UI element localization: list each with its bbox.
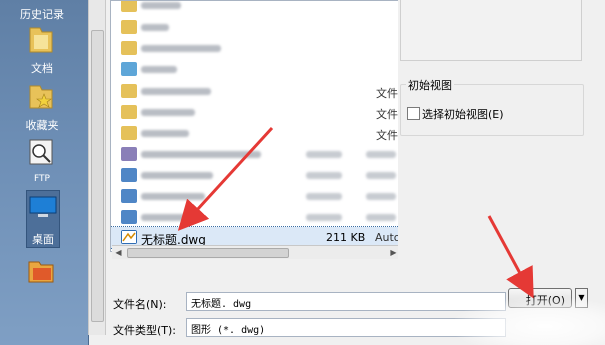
preview-box xyxy=(400,0,582,61)
folder-icon xyxy=(121,1,137,12)
folder-icon xyxy=(121,41,137,55)
list-item[interactable] xyxy=(111,165,401,186)
sidebar-item-documents[interactable]: 文档 xyxy=(0,22,88,78)
list-item[interactable]: 文件 xyxy=(111,81,401,102)
blurred-filename xyxy=(141,88,211,95)
folder-icon xyxy=(121,62,137,76)
blurred-filename xyxy=(141,24,169,31)
blurred-filename xyxy=(141,214,197,221)
sidebar-item-desktop[interactable]: 桌面 xyxy=(26,190,60,248)
selected-file-size: 211 KB xyxy=(326,231,366,244)
initial-view-title: 初始视图 xyxy=(406,77,454,93)
blurred-size xyxy=(306,172,342,179)
blurred-filename xyxy=(141,2,181,9)
selected-file-type: Auto xyxy=(375,231,401,244)
horizontal-scrollbar-thumb[interactable] xyxy=(127,248,289,258)
sidebar-scrollbar[interactable] xyxy=(88,0,106,335)
list-item[interactable]: 文件 xyxy=(111,102,401,123)
folder-icon xyxy=(121,126,137,140)
filename-label: 文件名(N): xyxy=(113,298,167,311)
blurred-type xyxy=(366,172,396,179)
blurred-filename xyxy=(141,193,205,200)
sidebar-item-ftp[interactable]: FTP xyxy=(0,134,88,188)
file-icon xyxy=(121,147,137,161)
list-item[interactable] xyxy=(111,144,401,165)
file-icon xyxy=(121,210,137,224)
blurred-type xyxy=(366,151,396,158)
folder-icon xyxy=(121,105,137,119)
horizontal-scrollbar[interactable]: ◀ ▶ xyxy=(112,245,400,259)
sidebar-item-history[interactable]: 历史记录 xyxy=(0,4,88,24)
documents-folder-icon xyxy=(29,27,53,53)
file-icon xyxy=(121,168,137,182)
blurred-size xyxy=(306,193,342,200)
scroll-left-icon[interactable]: ◀ xyxy=(112,246,125,259)
select-initial-view-checkbox[interactable] xyxy=(407,107,420,120)
blurred-type xyxy=(366,214,396,221)
glow-overlay xyxy=(455,298,605,345)
list-item[interactable] xyxy=(111,17,401,38)
file-type: 文件 xyxy=(376,87,398,100)
folder-icon xyxy=(121,84,137,98)
blurred-filename xyxy=(141,151,261,158)
ftp-icon xyxy=(29,139,53,165)
list-item[interactable] xyxy=(111,59,401,80)
blurred-filename xyxy=(141,66,177,73)
sidebar-item-buzzsaw[interactable] xyxy=(0,254,88,300)
list-item[interactable] xyxy=(111,1,401,16)
filetype-label: 文件类型(T): xyxy=(113,324,177,337)
sidebar-item-label: 桌面 xyxy=(32,233,54,246)
buzzsaw-folder-icon xyxy=(28,261,54,283)
sidebar-item-label: 历史记录 xyxy=(20,8,64,21)
select-initial-view-label[interactable]: 选择初始视图(E) xyxy=(422,106,504,122)
list-item[interactable]: 文件 xyxy=(111,123,401,144)
file-icon xyxy=(121,189,137,203)
sidebar-item-label: 文档 xyxy=(31,62,53,75)
folder-icon xyxy=(121,20,137,34)
favorites-folder-icon xyxy=(29,85,53,109)
blurred-filename xyxy=(141,130,189,137)
blurred-filename xyxy=(141,45,221,52)
places-sidebar: 历史记录 文档 收藏夹 FTP 桌面 xyxy=(0,0,89,345)
file-type: 文件 xyxy=(376,129,398,142)
blurred-size xyxy=(306,214,342,221)
list-item[interactable] xyxy=(111,186,401,207)
sidebar-item-favorites[interactable]: 收藏夹 xyxy=(0,80,88,134)
list-item[interactable] xyxy=(111,38,401,59)
file-list: 文件 文件 文件 无标题.dwg 211 KB Auto xyxy=(110,0,402,252)
file-type: 文件 xyxy=(376,108,398,121)
blurred-filename xyxy=(141,109,195,116)
dwg-file-icon xyxy=(121,230,137,244)
list-item[interactable] xyxy=(111,207,401,228)
blurred-size xyxy=(306,151,342,158)
desktop-icon xyxy=(29,196,57,217)
blurred-type xyxy=(366,193,396,200)
scrollbar-thumb[interactable] xyxy=(91,30,104,322)
sidebar-item-label: FTP xyxy=(34,174,50,184)
blurred-filename xyxy=(141,172,213,179)
sidebar-item-label: 收藏夹 xyxy=(25,119,59,132)
